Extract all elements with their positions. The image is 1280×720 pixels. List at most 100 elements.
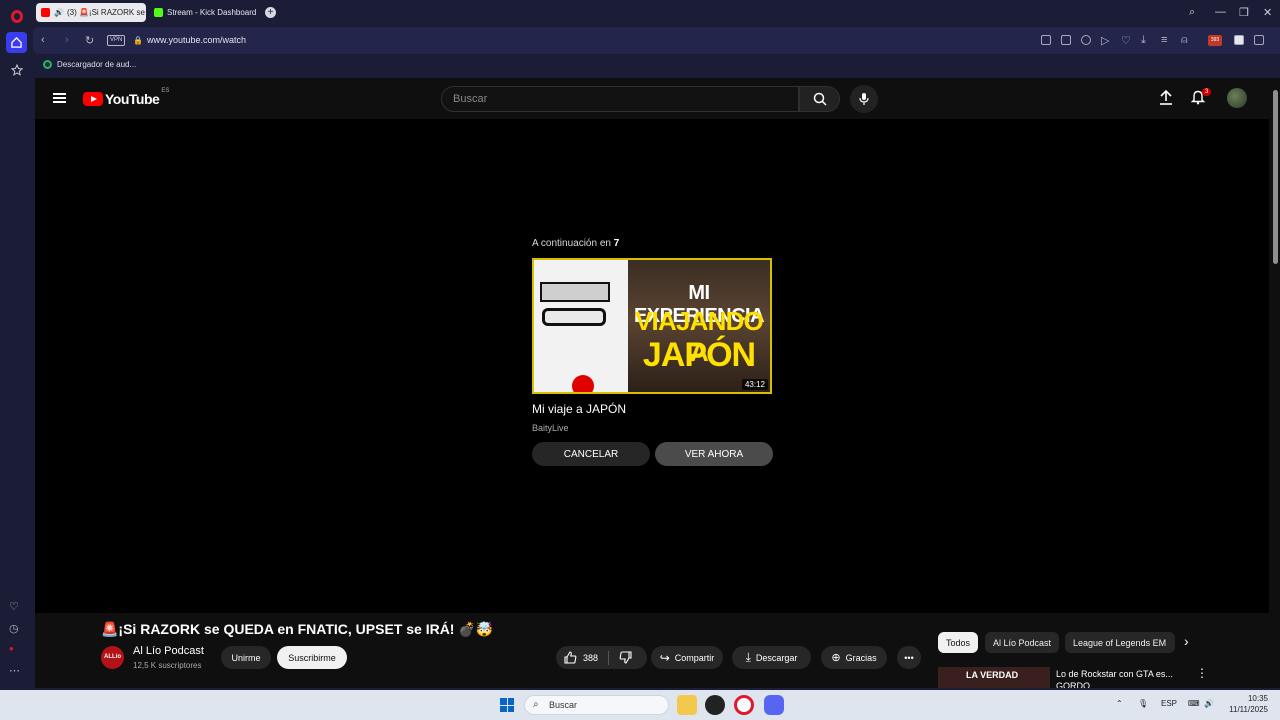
- thumbs-down-icon[interactable]: [619, 651, 632, 664]
- bookmark-favicon-icon: [43, 60, 52, 69]
- tray-expand-icon[interactable]: ⌃: [1116, 699, 1123, 708]
- easy-setup-icon[interactable]: ≡: [1161, 34, 1167, 46]
- recommendation-thumb-text: LA VERDAD: [966, 670, 1019, 680]
- youtube-play-icon: [83, 92, 103, 106]
- join-button[interactable]: Unirme: [221, 646, 271, 669]
- chips-next-icon[interactable]: ›: [1184, 633, 1189, 649]
- watch-now-button[interactable]: VER AHORA: [655, 442, 773, 466]
- voice-search-button[interactable]: [850, 85, 878, 113]
- channel-avatar[interactable]: ALLío: [101, 646, 124, 669]
- search-input[interactable]: [442, 87, 798, 111]
- share-button[interactable]: ↪ Compartir: [651, 646, 723, 669]
- chip-all[interactable]: Todos: [938, 632, 979, 653]
- up-next-title[interactable]: Mi viaje a JAPÓN: [532, 402, 626, 416]
- extension-badge[interactable]: 393: [1208, 35, 1222, 46]
- url-field[interactable]: www.youtube.com/watch: [147, 35, 246, 45]
- maximize-button[interactable]: ❐: [1239, 6, 1249, 19]
- video-player[interactable]: A continuación en 7 MI EXPERIENCIA VIAJA…: [35, 119, 1269, 613]
- heart-icon[interactable]: ♡: [9, 600, 19, 613]
- chip-channel[interactable]: Al Lío Podcast: [985, 632, 1060, 653]
- page-viewport: YouTube ES 3 A continuación en 7: [35, 78, 1280, 688]
- youtube-favicon-icon: [41, 8, 50, 17]
- recommendation-thumbnail[interactable]: LA VERDAD: [938, 667, 1050, 688]
- taskbar: ⌕ Buscar ⌃ 🎙 ESP ⌨ 🔊 10:35 11/11/2025: [0, 690, 1280, 720]
- thumbs-up-icon: [564, 651, 577, 664]
- chip-league[interactable]: League of Legends EM: [1065, 632, 1175, 653]
- shield-icon[interactable]: [1081, 35, 1091, 45]
- search-box: [441, 86, 799, 112]
- heart-outline-icon[interactable]: ♡: [1121, 34, 1131, 47]
- subscribe-button[interactable]: Suscribirme: [277, 646, 347, 669]
- account-avatar[interactable]: [1227, 88, 1247, 108]
- lock-icon[interactable]: 🔒: [133, 36, 143, 45]
- thanks-button[interactable]: ⊕ Gracias: [821, 646, 887, 669]
- cancel-autoplay-button[interactable]: CANCELAR: [532, 442, 650, 466]
- taskbar-clock[interactable]: 10:35 11/11/2025: [1226, 693, 1268, 715]
- up-next-thumbnail[interactable]: MI EXPERIENCIA VIAJANDO A JAPÓN 43:12: [532, 258, 772, 394]
- page-scrollbar[interactable]: [1271, 78, 1280, 688]
- play-icon[interactable]: ▷: [1101, 34, 1109, 47]
- new-tab-button[interactable]: +: [265, 7, 276, 18]
- pinboards-button[interactable]: [6, 59, 27, 80]
- notifications-badge: 3: [1202, 88, 1212, 96]
- opera-taskbar-icon[interactable]: [734, 695, 754, 715]
- channel-name[interactable]: Al Lío Podcast: [133, 645, 204, 657]
- vpn-badge[interactable]: VPN: [107, 35, 126, 46]
- tab-youtube[interactable]: 🔊 (3) 🚨¡Si RAZORK se: [36, 3, 146, 22]
- search-button[interactable]: [799, 86, 840, 112]
- extensions-cube-icon[interactable]: [1254, 35, 1264, 45]
- forward-icon[interactable]: ›: [65, 34, 69, 46]
- youtube-wordmark: YouTube: [105, 91, 160, 107]
- edit-icon[interactable]: [1041, 35, 1051, 45]
- recommendation-title[interactable]: Lo de Rockstar con GTA es... GORDO: [1056, 668, 1186, 688]
- thumbnail-headband: [540, 282, 610, 302]
- tab-strip: 🔊 (3) 🚨¡Si RAZORK se Stream - Kick Dashb…: [33, 0, 1280, 25]
- up-next-prefix: A continuación en: [532, 238, 611, 249]
- tab-label: (3) 🚨¡Si RAZORK se: [66, 8, 145, 17]
- minimize-button[interactable]: —: [1215, 6, 1226, 18]
- download-icon[interactable]: ⤓: [1141, 34, 1146, 47]
- microphone-icon: [859, 93, 869, 105]
- network-icon[interactable]: ⌨: [1188, 699, 1200, 708]
- discord-icon[interactable]: [764, 695, 784, 715]
- file-explorer-icon[interactable]: [677, 695, 697, 715]
- tab-search-icon[interactable]: ⌕: [1189, 6, 1195, 19]
- close-window-button[interactable]: ✕: [1263, 6, 1272, 19]
- recommendation-menu-icon[interactable]: ⋮: [1196, 666, 1208, 680]
- volume-icon[interactable]: 🔊: [1204, 699, 1214, 708]
- speaker-icon[interactable]: 🔊: [54, 8, 64, 17]
- bookmark-item[interactable]: Descargador de aud...: [43, 60, 136, 69]
- scrollbar-thumb[interactable]: [1273, 90, 1278, 264]
- language-indicator[interactable]: ESP: [1161, 699, 1177, 708]
- upload-icon[interactable]: [1159, 89, 1173, 105]
- windows-start-icon[interactable]: [500, 698, 514, 712]
- menu-icon[interactable]: [53, 93, 66, 103]
- extension-icon[interactable]: ●: [9, 644, 14, 653]
- up-next-channel[interactable]: BaityLive: [532, 423, 569, 433]
- star-icon: [10, 63, 23, 76]
- like-button[interactable]: 388: [564, 651, 598, 664]
- reload-icon[interactable]: ↻: [85, 34, 94, 47]
- download-button[interactable]: ⤓ Descargar: [732, 646, 811, 669]
- opera-menu-button[interactable]: [6, 6, 27, 27]
- tray-mic-icon[interactable]: 🎙: [1138, 699, 1148, 708]
- obs-icon[interactable]: [705, 695, 725, 715]
- taskbar-search[interactable]: ⌕ Buscar: [524, 695, 669, 715]
- more-icon[interactable]: ⋯: [9, 664, 20, 677]
- share-label: Compartir: [674, 652, 715, 663]
- like-count: 388: [583, 652, 599, 663]
- tab-label: Stream - Kick Dashboard: [167, 8, 257, 17]
- tab-kick[interactable]: Stream - Kick Dashboard: [149, 3, 264, 22]
- home-icon: [11, 37, 22, 48]
- japan-sun-icon: [572, 375, 594, 392]
- youtube-logo[interactable]: YouTube ES: [83, 88, 169, 107]
- history-icon[interactable]: ◷: [9, 622, 19, 635]
- more-actions-button[interactable]: •••: [897, 646, 921, 669]
- camera-icon[interactable]: [1061, 35, 1071, 45]
- speed-dial-button[interactable]: [6, 32, 27, 53]
- extension-icon[interactable]: [1234, 35, 1244, 45]
- more-dots-icon: •••: [904, 652, 914, 663]
- back-icon[interactable]: ‹: [41, 34, 45, 46]
- youtube-header: YouTube ES 3: [35, 78, 1280, 119]
- profile-icon[interactable]: ⍝: [1181, 34, 1188, 47]
